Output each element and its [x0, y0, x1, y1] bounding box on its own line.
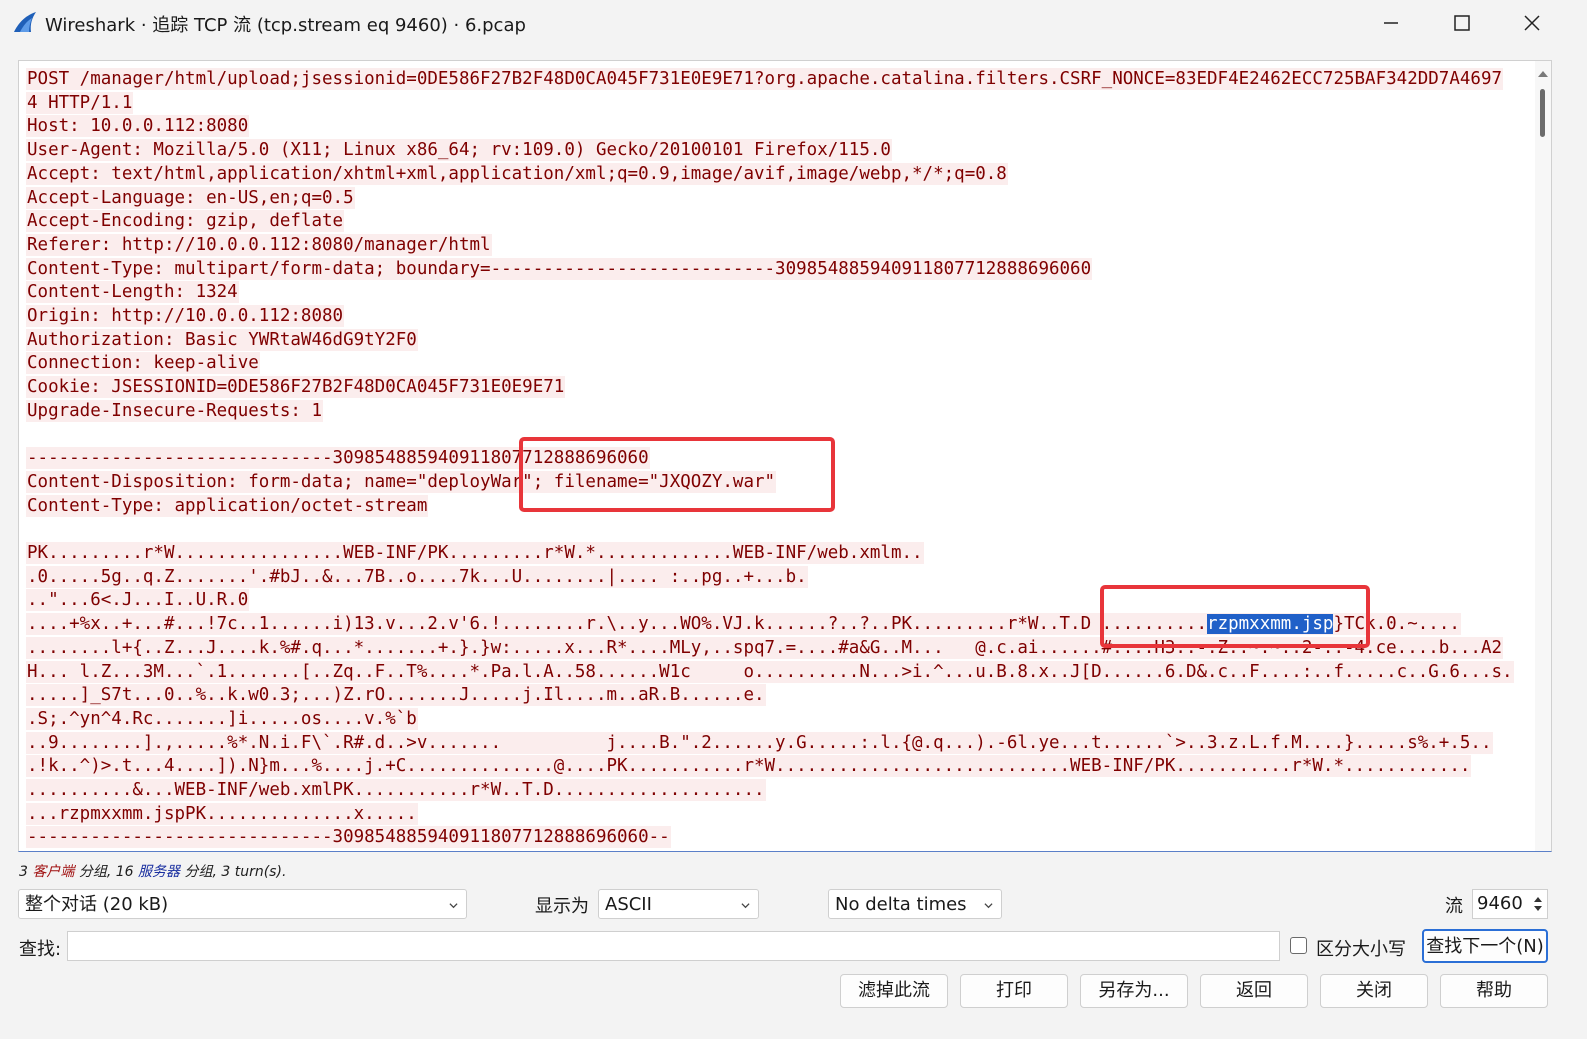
stream-line: Connection: keep-alive: [26, 352, 260, 375]
stream-label: 流: [1445, 896, 1463, 917]
stream-line: User-Agent: Mozilla/5.0 (X11; Linux x86_…: [26, 139, 892, 162]
show-as-select[interactable]: ASCII: [598, 889, 759, 919]
delta-times-select[interactable]: No delta times: [828, 889, 1002, 919]
server-label: 服务器: [138, 864, 181, 880]
chevron-down-icon: [984, 903, 993, 909]
stream-line: Authorization: Basic YWRtaW46dG9tY2F0: [26, 328, 418, 351]
client-count: 3: [19, 864, 28, 880]
delta-times-value: No delta times: [835, 894, 967, 915]
client-suffix: 分组,: [78, 864, 112, 880]
annotation-box-jsp: [1100, 585, 1370, 648]
stream-line: PK.........r*W................WEB-INF/PK…: [26, 542, 924, 564]
find-input[interactable]: [67, 931, 1280, 961]
find-label: 查找:: [19, 939, 62, 960]
stream-line: H... l.Z...3M...`.1.......[..Zq..F..T%..…: [26, 660, 1514, 683]
filter-out-stream-button[interactable]: 滤掉此流: [840, 974, 948, 1008]
back-button[interactable]: 返回: [1200, 974, 1308, 1008]
conversation-select[interactable]: 整个对话 (20 kB): [18, 889, 467, 919]
stream-line: Accept-Encoding: gzip, deflate: [26, 210, 345, 233]
show-as-label: 显示为: [535, 896, 589, 917]
stream-line: .!k..^)>.t...4....]).N}m...%....j.+C....…: [26, 755, 1472, 778]
stream-line: Cookie: JSESSIONID=0DE586F27B2F48D0CA045…: [26, 376, 566, 399]
client-label: 客户端: [32, 864, 75, 880]
stream-line: Origin: http://10.0.0.112:8080: [26, 305, 345, 327]
stream-line: .0.....5g..q.Z.......'.#bJ..&...7B..o...…: [26, 565, 808, 588]
stream-line: POST /manager/html/upload;jsessionid=0DE…: [26, 68, 1504, 90]
packet-stats: 3 客户端 分组, 16 服务器 分组, 3 turn(s).: [19, 861, 286, 881]
minimize-button[interactable]: [1356, 0, 1426, 46]
case-sensitive-label: 区分大小写: [1316, 939, 1406, 960]
maximize-button[interactable]: [1427, 0, 1497, 46]
stream-line: Content-Length: 1324: [26, 281, 239, 304]
stream-line: ...rzpmxxmm.jspPK..............x.....: [26, 802, 418, 825]
title-bar: Wireshark · 追踪 TCP 流 (tcp.stream eq 9460…: [0, 0, 1587, 46]
help-button[interactable]: 帮助: [1440, 974, 1548, 1008]
stream-line: .S;.^yn^4.Rc.......]i.....os....v.%`b: [26, 707, 418, 730]
spin-arrows-icon[interactable]: [1531, 892, 1545, 916]
stream-line: ..9........].,.....%*.N.i.F\`.R#.d..>v..…: [26, 731, 1493, 754]
scroll-up-arrow-icon[interactable]: [1538, 71, 1548, 77]
stream-line: .....]_S7t...0..%..k.w0.3;...)Z.rO......…: [26, 684, 766, 707]
minimize-icon: [1384, 22, 1398, 24]
close-window-button[interactable]: [1497, 0, 1567, 46]
stream-line: Referer: http://10.0.0.112:8080/manager/…: [26, 233, 492, 256]
stream-number-value: 9460: [1477, 893, 1523, 914]
conversation-select-value: 整个对话 (20 kB): [25, 894, 169, 915]
stream-line: -----------------------------30985488594…: [26, 826, 671, 849]
case-sensitive-checkbox[interactable]: [1290, 937, 1307, 954]
stream-line-text: ....+%x..+...#...!7c..1......i)13.v...2.…: [27, 614, 1208, 635]
close-icon: [1524, 15, 1540, 31]
server-suffix: 分组,: [184, 864, 217, 880]
stream-line: Accept-Language: en-US,en;q=0.5: [26, 186, 355, 209]
find-next-button[interactable]: 查找下一个(N): [1422, 929, 1548, 963]
annotation-box-filename: [519, 437, 835, 512]
stream-number-spinbox[interactable]: 9460: [1472, 889, 1548, 919]
maximize-icon: [1454, 15, 1470, 31]
stream-line: Accept: text/html,application/xhtml+xml,…: [26, 162, 1008, 185]
turns-count: 3 turn(s).: [221, 864, 287, 880]
window-title: Wireshark · 追踪 TCP 流 (tcp.stream eq 9460…: [45, 15, 526, 36]
server-count: 16: [115, 864, 134, 880]
stream-line: Upgrade-Insecure-Requests: 1: [26, 399, 324, 422]
scrollbar-thumb[interactable]: [1540, 89, 1545, 137]
save-as-button[interactable]: 另存为...: [1080, 974, 1188, 1008]
close-button[interactable]: 关闭: [1320, 974, 1428, 1008]
show-as-value: ASCII: [605, 894, 652, 915]
print-button[interactable]: 打印: [960, 974, 1068, 1008]
stream-line: Host: 10.0.0.112:8080: [26, 115, 250, 138]
vertical-scrollbar[interactable]: [1535, 61, 1551, 851]
stream-line: .."...6<.J...I..U.R.0: [26, 589, 250, 612]
stream-line: 4 HTTP/1.1: [26, 91, 134, 114]
stream-line: Content-Type: multipart/form-data; bound…: [26, 257, 1093, 280]
wireshark-fin-icon: [14, 12, 36, 32]
chevron-down-icon: [449, 903, 458, 909]
chevron-down-icon: [741, 903, 750, 909]
stream-line: Content-Type: application/octet-stream: [26, 494, 429, 517]
stream-line: ..........&...WEB-INF/web.xmlPK.........…: [26, 779, 766, 801]
